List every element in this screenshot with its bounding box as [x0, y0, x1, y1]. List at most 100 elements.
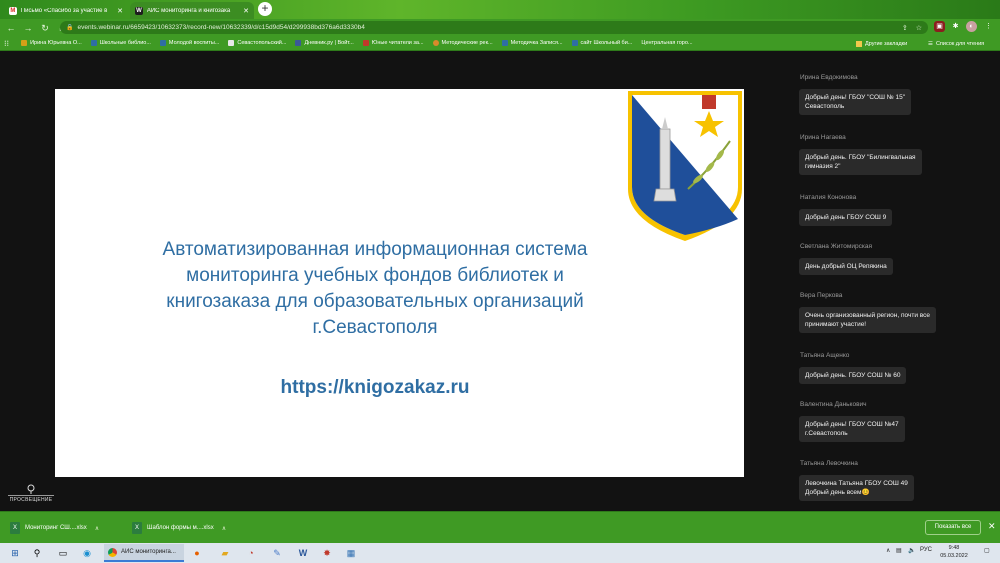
tab-webinar[interactable]: W АИС мониторинга и книгозака ✕ [130, 2, 254, 19]
app-red-icon[interactable]: ✸ [320, 546, 334, 560]
bookmark-label: Юные читатели за... [371, 40, 424, 46]
show-all-downloads-button[interactable]: Показать все [925, 520, 981, 535]
ccleaner-icon[interactable]: ◔ [244, 546, 258, 560]
chat-author: Татьяна Ащенко [800, 352, 850, 359]
apps-icon[interactable]: ⁝⁝ [4, 39, 9, 48]
bookmark-label: Ирина Юрьевна О... [30, 40, 82, 46]
download-name: Шаблон формы м....xlsx [147, 525, 214, 531]
other-bookmarks[interactable]: Другие закладки [856, 36, 907, 50]
task-view-icon[interactable]: ▭ [56, 546, 70, 560]
chat-author: Светлана Житомирская [800, 243, 872, 250]
bookmark-label: Дневник.ру | Войт... [304, 40, 354, 46]
notifications-icon[interactable]: ▢ [984, 547, 990, 554]
volume-icon[interactable]: 🔈 [908, 547, 915, 554]
language-indicator[interactable]: РУС [920, 547, 932, 553]
chat-text: Добрый день! ГБОУ СОШ №47 [805, 421, 899, 428]
chat-text: Севастополь [805, 103, 845, 110]
bookmark-item[interactable]: Центральная горо... [641, 40, 692, 46]
prosveshchenie-logo: ПРОСВЕЩЕНИЕ [8, 484, 54, 506]
extension-icon[interactable]: ▣ [934, 21, 945, 32]
chat-bubble: Очень организованный регион, почти все п… [799, 307, 937, 333]
bookmark-item[interactable]: Методичка Запися... [501, 40, 563, 46]
slide-title-line: г.Севастополя [312, 317, 438, 338]
windows-start-icon[interactable]: ⊞ [8, 546, 22, 560]
chat-text: гимназия 2" [805, 163, 841, 170]
calculator-icon[interactable]: ▦ [344, 546, 358, 560]
clock[interactable]: 9:48 05.03.2022 [938, 544, 970, 560]
chat-bubble: Добрый день. ГБОУ "Билингвальная гимнази… [799, 149, 922, 175]
word-icon[interactable]: W [296, 546, 310, 560]
paint-icon[interactable]: ✎ [270, 546, 284, 560]
chat-panel: Ирина Евдокимова Добрый день! ГБОУ "СОШ … [790, 62, 990, 511]
download-name: Мониторинг СШ....xlsx [25, 525, 87, 531]
chevron-up-icon[interactable]: ∧ [95, 525, 99, 532]
bookmark-item[interactable]: Молодой воспиты... [159, 40, 219, 46]
puzzle-icon[interactable]: ✱ [950, 21, 961, 32]
network-icon[interactable]: ▤ [896, 547, 902, 554]
bookmark-label: сайт Школьный би... [580, 40, 633, 46]
bookmark-label: Центральная горо... [641, 40, 693, 46]
bookmark-item[interactable]: Дневник.ру | Войт... [295, 40, 354, 46]
clock-date: 05.03.2022 [940, 553, 968, 559]
explorer-icon[interactable]: ▰ [218, 546, 232, 560]
chat-text: Очень организованный регион, почти все [805, 312, 931, 319]
chat-text: Добрый день. ГБОУ "Билингвальная [805, 154, 916, 161]
close-icon[interactable]: ✕ [988, 521, 996, 532]
close-icon[interactable]: ✕ [117, 7, 123, 15]
chat-bubble: Левочкина Татьяна ГБОУ СОШ 49 Добрый ден… [799, 475, 914, 501]
browser-toolbar: ← → ↻ ⌂ 🔒 events.webinar.ru/6659423/1063… [0, 19, 1000, 36]
sevastopol-emblem [628, 91, 742, 241]
gmail-icon: M [9, 6, 17, 15]
edge-icon[interactable]: ◉ [80, 546, 94, 560]
bookmark-item[interactable]: Ирина Юрьевна О... [21, 40, 82, 46]
new-tab-button[interactable]: + [258, 2, 272, 16]
slide-title-line: Автоматизированная информационная систем… [162, 239, 588, 260]
tray-up-icon[interactable]: ∧ [886, 547, 890, 554]
taskbar-app-label: АИС мониторинга... [121, 549, 176, 555]
back-icon[interactable]: ← [5, 22, 17, 34]
close-icon[interactable]: ✕ [243, 7, 249, 15]
slide-link: https://knigozakaz.ru [280, 377, 470, 398]
reload-icon[interactable]: ↻ [39, 22, 51, 34]
bookmark-label: Методические рек... [441, 40, 493, 46]
webinar-icon: W [135, 6, 143, 15]
downloads-bar: X Мониторинг СШ....xlsx ∧ X Шаблон формы… [0, 511, 1000, 543]
chat-text: Добрый день всем😊 [805, 489, 870, 496]
chat-author: Валентина Данькович [800, 401, 867, 408]
chat-bubble: День добрый ОЦ Репякина [799, 258, 893, 275]
bookmark-label: Школьные библио... [99, 40, 151, 46]
folder-icon [856, 40, 862, 47]
download-item[interactable]: X Мониторинг СШ....xlsx ∧ [10, 520, 99, 536]
download-item[interactable]: X Шаблон формы м....xlsx ∧ [132, 520, 226, 536]
tab-gmail[interactable]: M Письмо «Спасибо за участие в ✕ [4, 2, 128, 19]
share-icon[interactable]: ⇪ [902, 24, 908, 32]
bookmark-item[interactable]: Юные читатели за... [362, 40, 424, 46]
menu-icon[interactable]: ⋮ [983, 21, 994, 32]
bookmark-item[interactable]: сайт Школьный би... [571, 40, 633, 46]
avatar[interactable]: ◐ [966, 21, 977, 32]
bookmark-item[interactable]: Севастопольский... [228, 40, 286, 46]
slide-title: Автоматизированная информационная систем… [135, 237, 615, 341]
url-text: events.webinar.ru/6659423/10632373/recor… [77, 24, 365, 31]
star-icon[interactable]: ☆ [916, 24, 922, 32]
taskbar-chrome-window[interactable]: АИС мониторинга... [104, 544, 184, 562]
bookmark-item[interactable]: Методические рек... [432, 40, 493, 46]
chevron-up-icon[interactable]: ∧ [222, 525, 226, 532]
chat-text: г.Севастополь [805, 430, 848, 437]
address-bar[interactable]: 🔒 events.webinar.ru/6659423/10632373/rec… [60, 21, 928, 34]
chat-author: Вера Перкова [800, 292, 843, 299]
search-icon[interactable]: ⚲ [30, 546, 44, 560]
chat-author: Татьяна Левочкина [800, 460, 858, 467]
chat-text: Добрый день ГБОУ СОШ 9 [805, 214, 887, 221]
chat-text: Добрый день. ГБОУ СОШ № 60 [805, 372, 901, 379]
reading-list[interactable]: ☰ Список для чтения [928, 36, 984, 50]
firefox-icon[interactable]: ● [190, 546, 204, 560]
chat-text: Добрый день! ГБОУ "СОШ № 15" [805, 94, 906, 101]
slide-title-line: мониторинга учебных фондов библиотек и [186, 265, 564, 286]
bookmark-item[interactable]: Школьные библио... [90, 40, 151, 46]
chat-bubble: Добрый день ГБОУ СОШ 9 [799, 209, 893, 226]
chrome-icon [108, 547, 117, 557]
forward-icon[interactable]: → [22, 22, 34, 34]
chat-bubble: Добрый день! ГБОУ "СОШ № 15" Севастополь [799, 89, 912, 115]
bookmark-icon [362, 40, 369, 46]
